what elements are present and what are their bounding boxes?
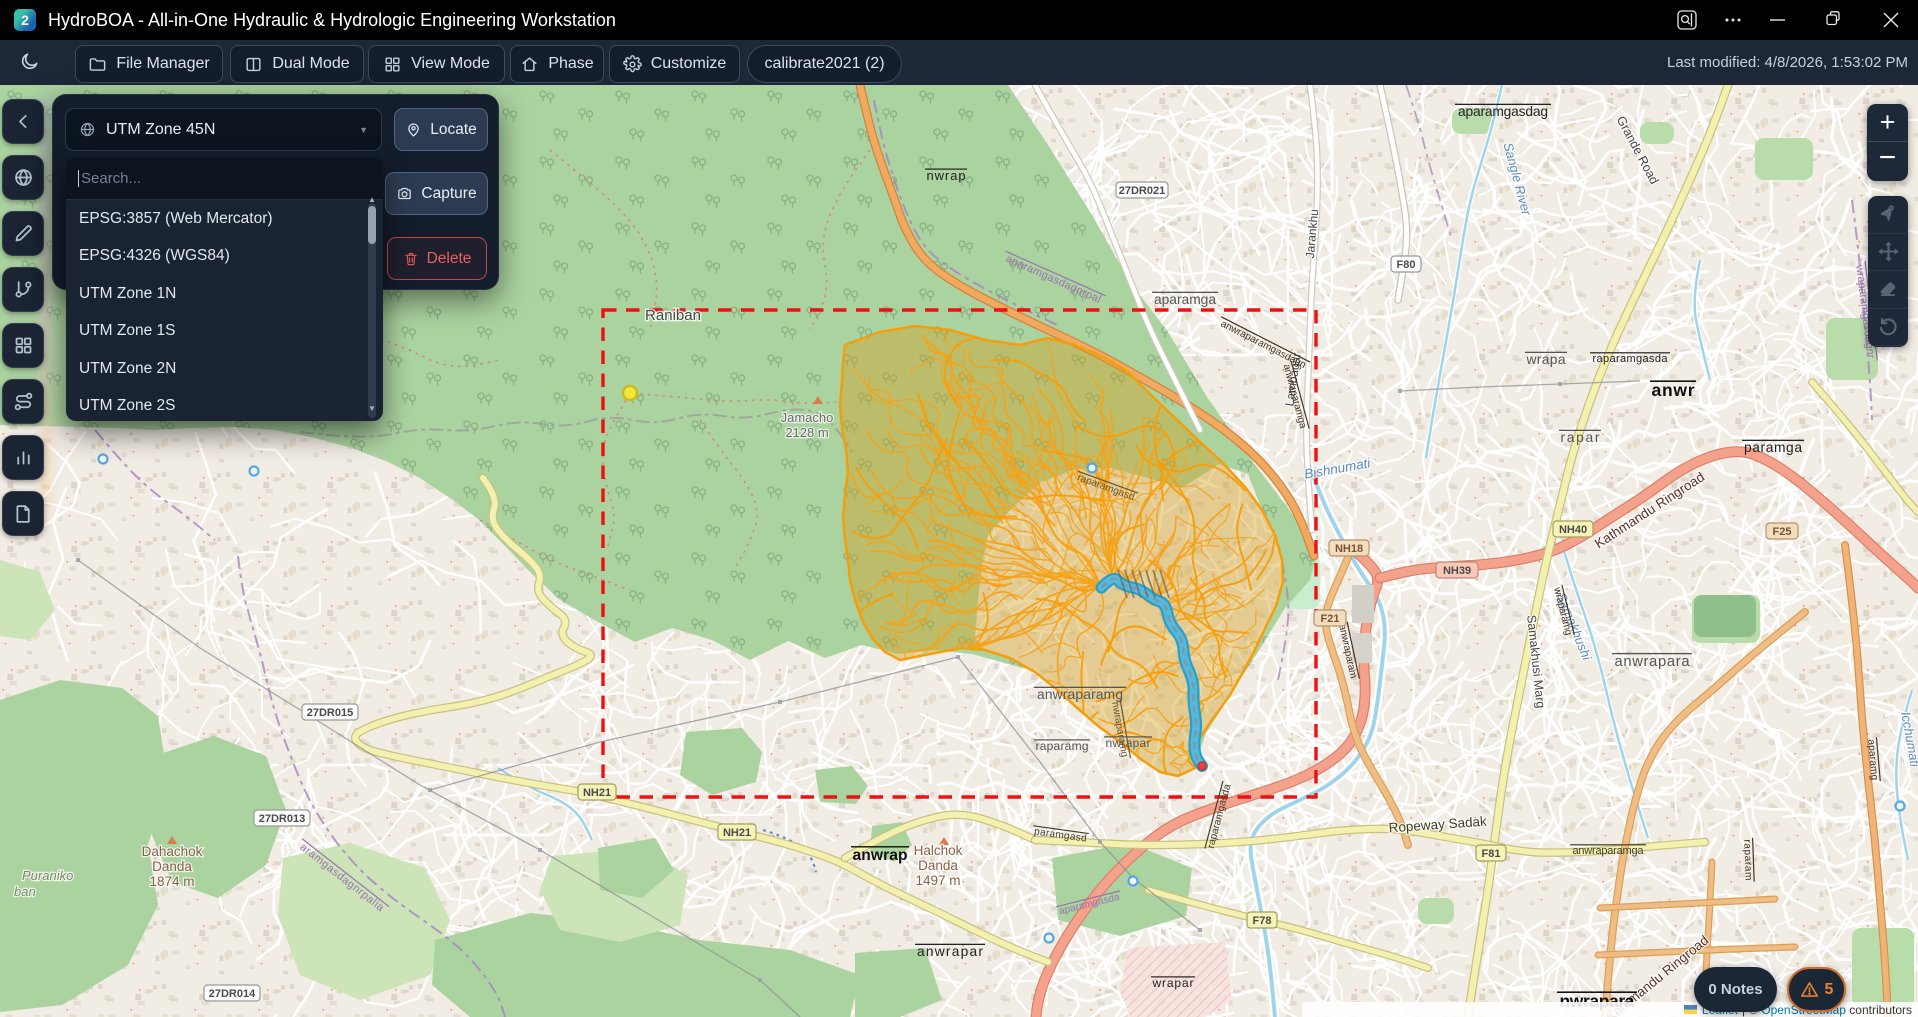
svg-text:nwrap: nwrap <box>927 168 966 183</box>
svg-text:27DR014: 27DR014 <box>209 988 256 1000</box>
svg-text:Danda: Danda <box>152 859 192 874</box>
svg-text:paramga: paramga <box>1744 440 1802 455</box>
svg-text:Danda: Danda <box>918 858 958 873</box>
svg-text:F80: F80 <box>1397 259 1416 271</box>
svg-text:27DR021: 27DR021 <box>1119 185 1165 197</box>
svg-text:NH39: NH39 <box>1443 565 1471 577</box>
svg-text:raparam: raparam <box>1741 839 1753 880</box>
svg-text:1497 m: 1497 m <box>915 873 960 888</box>
svg-text:Raniban: Raniban <box>645 307 701 324</box>
svg-text:F21: F21 <box>1321 613 1340 625</box>
svg-text:wrapar: wrapar <box>1152 976 1194 990</box>
svg-text:raparamgasda: raparamgasda <box>1593 353 1669 365</box>
svg-text:NH18: NH18 <box>1335 543 1363 555</box>
svg-text:raparamg: raparamg <box>1036 739 1089 753</box>
svg-text:aparamgasdag: aparamgasdag <box>1458 104 1548 119</box>
svg-text:Halchok: Halchok <box>914 843 963 858</box>
svg-text:F78: F78 <box>1253 915 1272 927</box>
svg-text:anwrapar: anwrapar <box>917 944 983 959</box>
svg-text:anwrapara: anwrapara <box>1615 654 1691 670</box>
svg-text:ban: ban <box>14 884 36 899</box>
svg-text:anwrap: anwrap <box>853 847 908 864</box>
svg-text:NH21: NH21 <box>723 827 751 839</box>
svg-text:anwraparamg: anwraparamg <box>1037 687 1123 702</box>
svg-text:27DR013: 27DR013 <box>259 813 305 825</box>
svg-text:NH40: NH40 <box>1559 524 1587 536</box>
svg-text:2128 m: 2128 m <box>785 425 828 440</box>
svg-text:1874 m: 1874 m <box>149 874 194 889</box>
svg-text:anwraparamga: anwraparamga <box>1573 845 1645 857</box>
svg-text:F25: F25 <box>1773 526 1792 538</box>
svg-text:27DR015: 27DR015 <box>307 707 353 719</box>
svg-text:aparamga: aparamga <box>1154 292 1216 307</box>
svg-text:rapar: rapar <box>1561 430 1600 445</box>
svg-text:NH21: NH21 <box>583 787 611 799</box>
svg-text:Dahachok: Dahachok <box>142 844 203 859</box>
svg-text:Puraniko: Puraniko <box>22 868 73 883</box>
svg-text:F81: F81 <box>1482 848 1501 860</box>
svg-text:anwr: anwr <box>1652 380 1695 400</box>
svg-text:Jamacho: Jamacho <box>781 410 834 425</box>
svg-text:wrapa: wrapa <box>1526 352 1566 367</box>
